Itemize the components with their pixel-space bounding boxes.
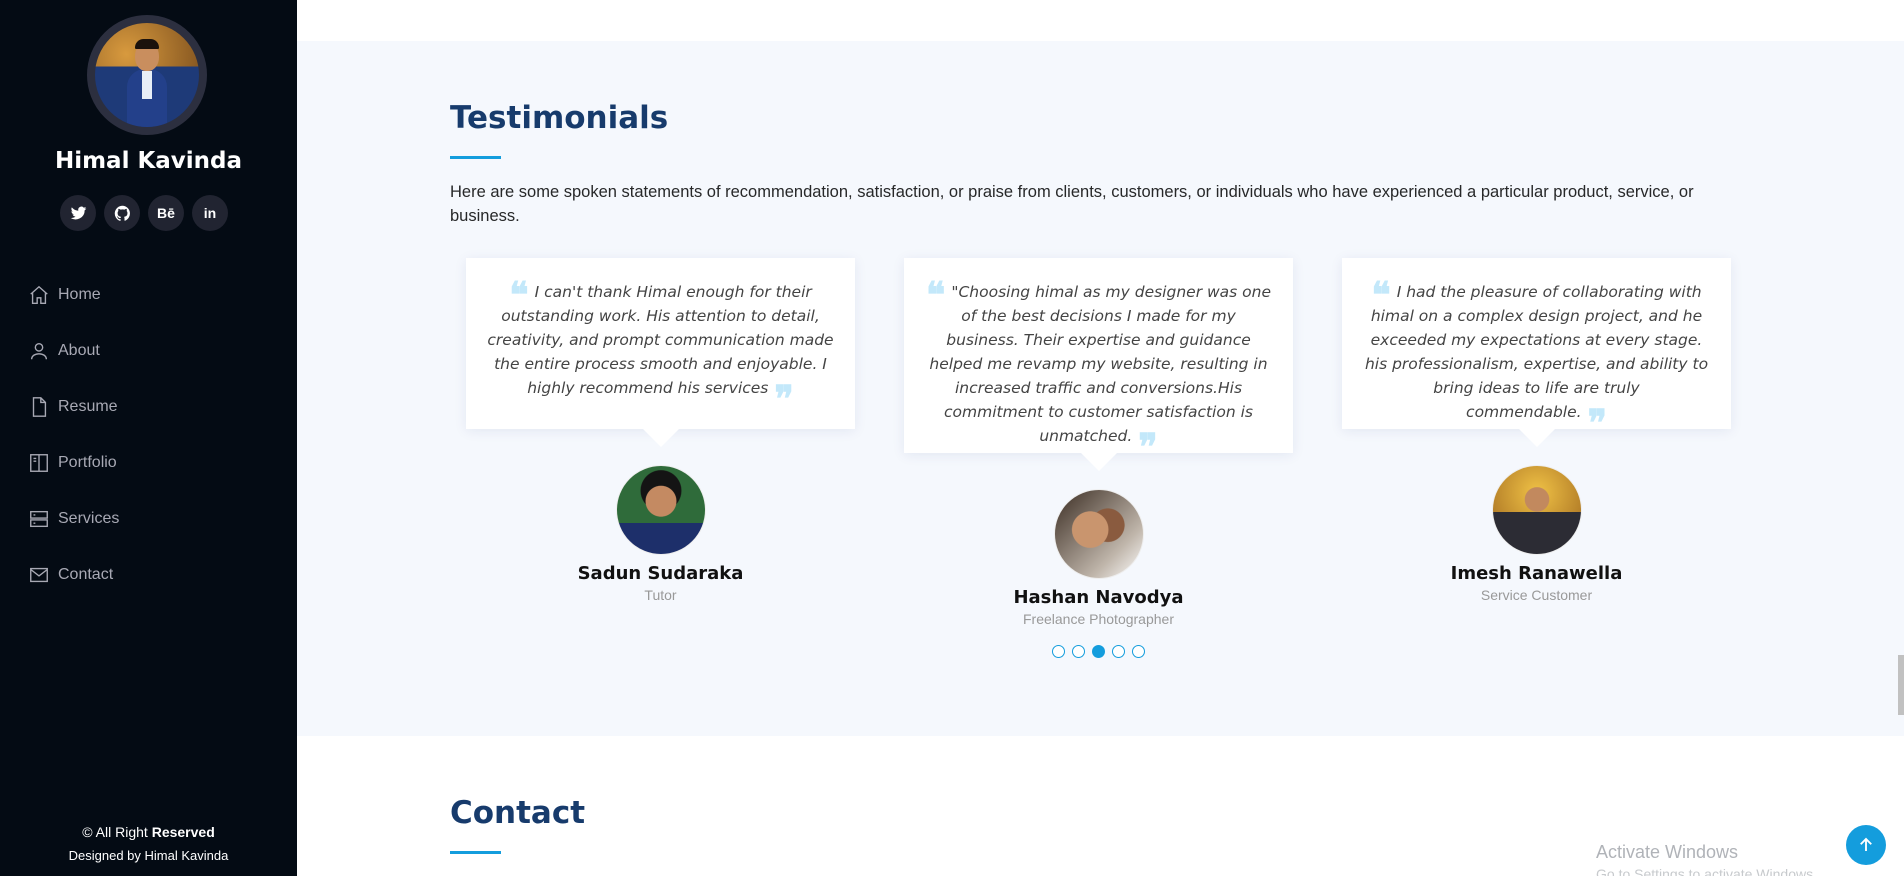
nav-item-label: Portfolio (58, 454, 117, 471)
envelope-icon (30, 567, 48, 583)
testimonials-description: Here are some spoken statements of recom… (450, 183, 1694, 225)
copyright-text: © All Right (82, 824, 152, 840)
nav-item-services[interactable]: Services (28, 491, 119, 547)
testimonial-card: ❝ I can't thank Himal enough for their ou… (466, 258, 855, 447)
author-avatar (615, 465, 706, 555)
author-name: Sadun Sudaraka (577, 563, 744, 584)
author-role: Tutor (644, 587, 677, 603)
carousel-dot[interactable] (1072, 645, 1085, 658)
credits: Designed by Himal Kavinda (68, 848, 229, 863)
carousel-dot[interactable] (1132, 645, 1145, 658)
nav-item-about[interactable]: About (28, 323, 119, 379)
nav-item-portfolio[interactable]: Portfolio (28, 435, 119, 491)
author-avatar (1491, 465, 1582, 555)
activate-windows-title: Activate Windows (1596, 842, 1739, 862)
testimonial-text: I had the pleasure of collaborating with… (1364, 283, 1709, 421)
behance-icon: Bē (157, 205, 175, 221)
nav-item-label: Resume (58, 398, 118, 415)
quote-close-icon: ❞ (1587, 402, 1607, 444)
carousel-pagination (1052, 645, 1145, 658)
title-underline (450, 156, 501, 159)
profile-avatar (87, 15, 207, 135)
testimonial-text: "Choosing himal as my designer was one o… (929, 283, 1272, 445)
nav-item-label: Contact (58, 566, 114, 583)
carousel-dot[interactable] (1052, 645, 1065, 658)
server-icon (30, 510, 48, 528)
social-links: Bē in (60, 195, 228, 231)
testimonial-card: ❝ I had the pleasure of collaborating wit… (1342, 258, 1731, 447)
page-scrollbar-thumb[interactable] (1898, 655, 1904, 715)
github-link[interactable] (104, 195, 140, 231)
author-role: Freelance Photographer (1023, 611, 1174, 627)
title-underline (450, 851, 501, 854)
quote-close-icon: ❞ (1138, 426, 1158, 468)
profile-name[interactable]: Himal Kavinda (0, 148, 297, 174)
file-icon (32, 397, 47, 417)
nav-item-resume[interactable]: Resume (28, 379, 119, 435)
nav-item-label: Home (58, 286, 101, 303)
user-icon (30, 342, 48, 360)
testimonial-author: Hashan Navodya Freelance Photographer (904, 489, 1293, 627)
nav-item-label: Services (58, 510, 120, 527)
contact-title: Contact (450, 795, 586, 831)
quote-open-icon: ❝ (925, 274, 946, 316)
author-name: Imesh Ranawella (1450, 563, 1623, 584)
linkedin-link[interactable]: in (192, 195, 228, 231)
nav-item-label: About (58, 342, 100, 359)
nav-item-home[interactable]: Home (28, 267, 119, 323)
behance-link[interactable]: Bē (148, 195, 184, 231)
nav-menu: Home About Resume Portfolio Services Con… (28, 267, 119, 603)
twitter-link[interactable] (60, 195, 96, 231)
testimonial-card: ❝ "Choosing himal as my designer was one … (904, 258, 1293, 471)
linkedin-icon: in (203, 205, 217, 221)
home-icon (30, 285, 48, 304)
testimonial-author: Sadun Sudaraka Tutor (466, 465, 855, 603)
copyright: © All Right Reserved (0, 824, 297, 840)
back-to-top-button[interactable] (1846, 825, 1886, 865)
testimonials-title: Testimonials (450, 100, 669, 136)
copyright-bold: Reserved (151, 824, 215, 840)
author-name: Hashan Navodya (1013, 587, 1184, 608)
sidebar: Himal Kavinda Bē in Home About Resume Po… (0, 0, 297, 876)
author-role: Service Customer (1480, 587, 1593, 603)
arrow-up-icon (1860, 837, 1872, 851)
carousel-dot-active[interactable] (1092, 645, 1105, 658)
activate-windows-subtitle: Go to Settings to activate Windows. (1596, 866, 1817, 876)
carousel-dot[interactable] (1112, 645, 1125, 658)
github-icon (114, 205, 130, 221)
quote-close-icon: ❞ (774, 378, 794, 420)
book-icon (30, 454, 48, 472)
author-avatar (1053, 489, 1144, 579)
twitter-icon (70, 206, 86, 219)
nav-item-contact[interactable]: Contact (28, 547, 119, 603)
testimonial-author: Imesh Ranawella Service Customer (1342, 465, 1731, 603)
